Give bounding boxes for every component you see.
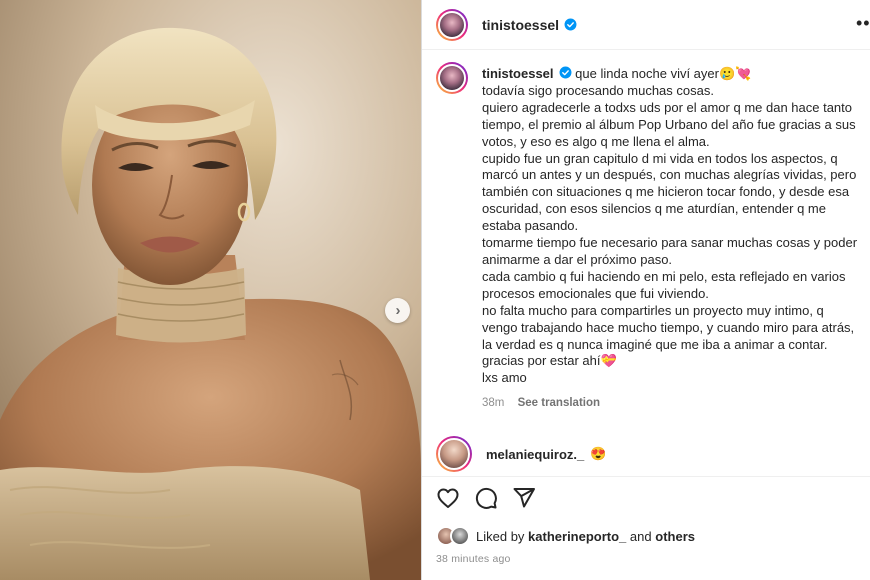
commenter-username[interactable]: melaniequiroz._ — [486, 447, 584, 462]
author-username[interactable]: tinistoessel — [482, 17, 577, 33]
caption-line: tiempo, el premio al álbum Pop Urbano de… — [482, 116, 856, 132]
comment-text: 😍 — [590, 446, 607, 461]
commenter-avatar[interactable] — [436, 436, 472, 472]
caption-line: tomarme tiempo fue necesario para sanar … — [482, 235, 858, 251]
author-avatar[interactable] — [436, 8, 468, 41]
caption-text: que linda noche viví ayer🥲💘 — [575, 66, 752, 81]
caption-line: quiero agradecerle a todxs uds por el am… — [482, 99, 853, 115]
verified-badge-icon — [559, 66, 571, 79]
caption-line: estaba pasando. — [482, 218, 579, 234]
verified-badge-icon — [564, 18, 577, 30]
comment-row: melaniequiroz._ 😍 — [436, 436, 606, 472]
post-timestamp: 38 minutes ago — [436, 553, 511, 565]
caption-body: tinistoessel que linda noche viví ayer🥲💘… — [482, 60, 870, 412]
liker-username[interactable]: katherineporto_ — [528, 529, 626, 544]
post-header: tinistoessel ••• — [422, 0, 870, 50]
caption-line: marcó un antes y un después, con muchas … — [482, 167, 857, 183]
caption-line: no falta mucho para compartirles un proy… — [482, 302, 824, 318]
instagram-post: › tinistoessel ••• tinistoessel que lind… — [0, 0, 870, 580]
caption-line: tinistoessel que linda noche viví ayer🥲💘 — [482, 66, 870, 83]
caption-line: cada cambio q fui haciendo en mi pelo, e… — [482, 268, 846, 284]
caption-line: animarme a dar el próximo paso. — [482, 251, 673, 267]
likes-summary: Liked by katherineporto_ and others — [436, 526, 695, 546]
caption-line: también con situaciones q me hicieron to… — [482, 184, 850, 200]
next-image-button[interactable]: › — [385, 298, 410, 323]
likes-prefix: Liked by — [476, 528, 525, 544]
caption-author-avatar[interactable] — [436, 62, 468, 94]
share-icon[interactable] — [512, 486, 536, 510]
caption-line: procesos emocionales que fui viviendo. — [482, 285, 709, 301]
caption-line: la verdad es q nunca imaginé que me iba … — [482, 336, 828, 352]
action-bar — [436, 486, 536, 510]
caption-age: 38m — [482, 397, 505, 410]
more-options-icon[interactable]: ••• — [856, 13, 870, 34]
post-photo[interactable]: › — [0, 0, 421, 580]
comment-icon[interactable] — [474, 486, 498, 510]
caption-line: todavía sigo procesando muchas cosas. — [482, 82, 714, 98]
caption-line: vengo trabajando hace mucho tiempo, y cu… — [482, 319, 855, 335]
liker-avatar — [450, 526, 470, 546]
caption-line: cupido fue un gran capitulo d mi vida en… — [482, 150, 838, 166]
caption-username[interactable]: tinistoessel — [482, 66, 554, 81]
caption-line: lxs amo — [482, 370, 527, 386]
see-translation-link[interactable]: See translation — [518, 397, 600, 409]
likes-and: and — [629, 528, 652, 544]
caption: tinistoessel que linda noche viví ayer🥲💘… — [436, 60, 870, 412]
post-details-panel: tinistoessel ••• tinistoessel que linda … — [422, 0, 870, 580]
caption-meta: 38m See translation — [482, 395, 870, 412]
actions-divider — [422, 476, 870, 477]
caption-line: votos, y eso es algo q me llena el alma. — [482, 133, 710, 149]
caption-line: gracias por estar ahí💝 — [482, 353, 617, 369]
chevron-right-icon: › — [395, 302, 401, 319]
portrait-illustration — [0, 0, 421, 580]
heart-icon[interactable] — [436, 486, 460, 510]
likes-others-link[interactable]: others — [655, 529, 695, 544]
likes-text: Liked by katherineporto_ and others — [476, 529, 695, 544]
caption-line: oscuridad, con esos silencios q me aturd… — [482, 201, 826, 217]
